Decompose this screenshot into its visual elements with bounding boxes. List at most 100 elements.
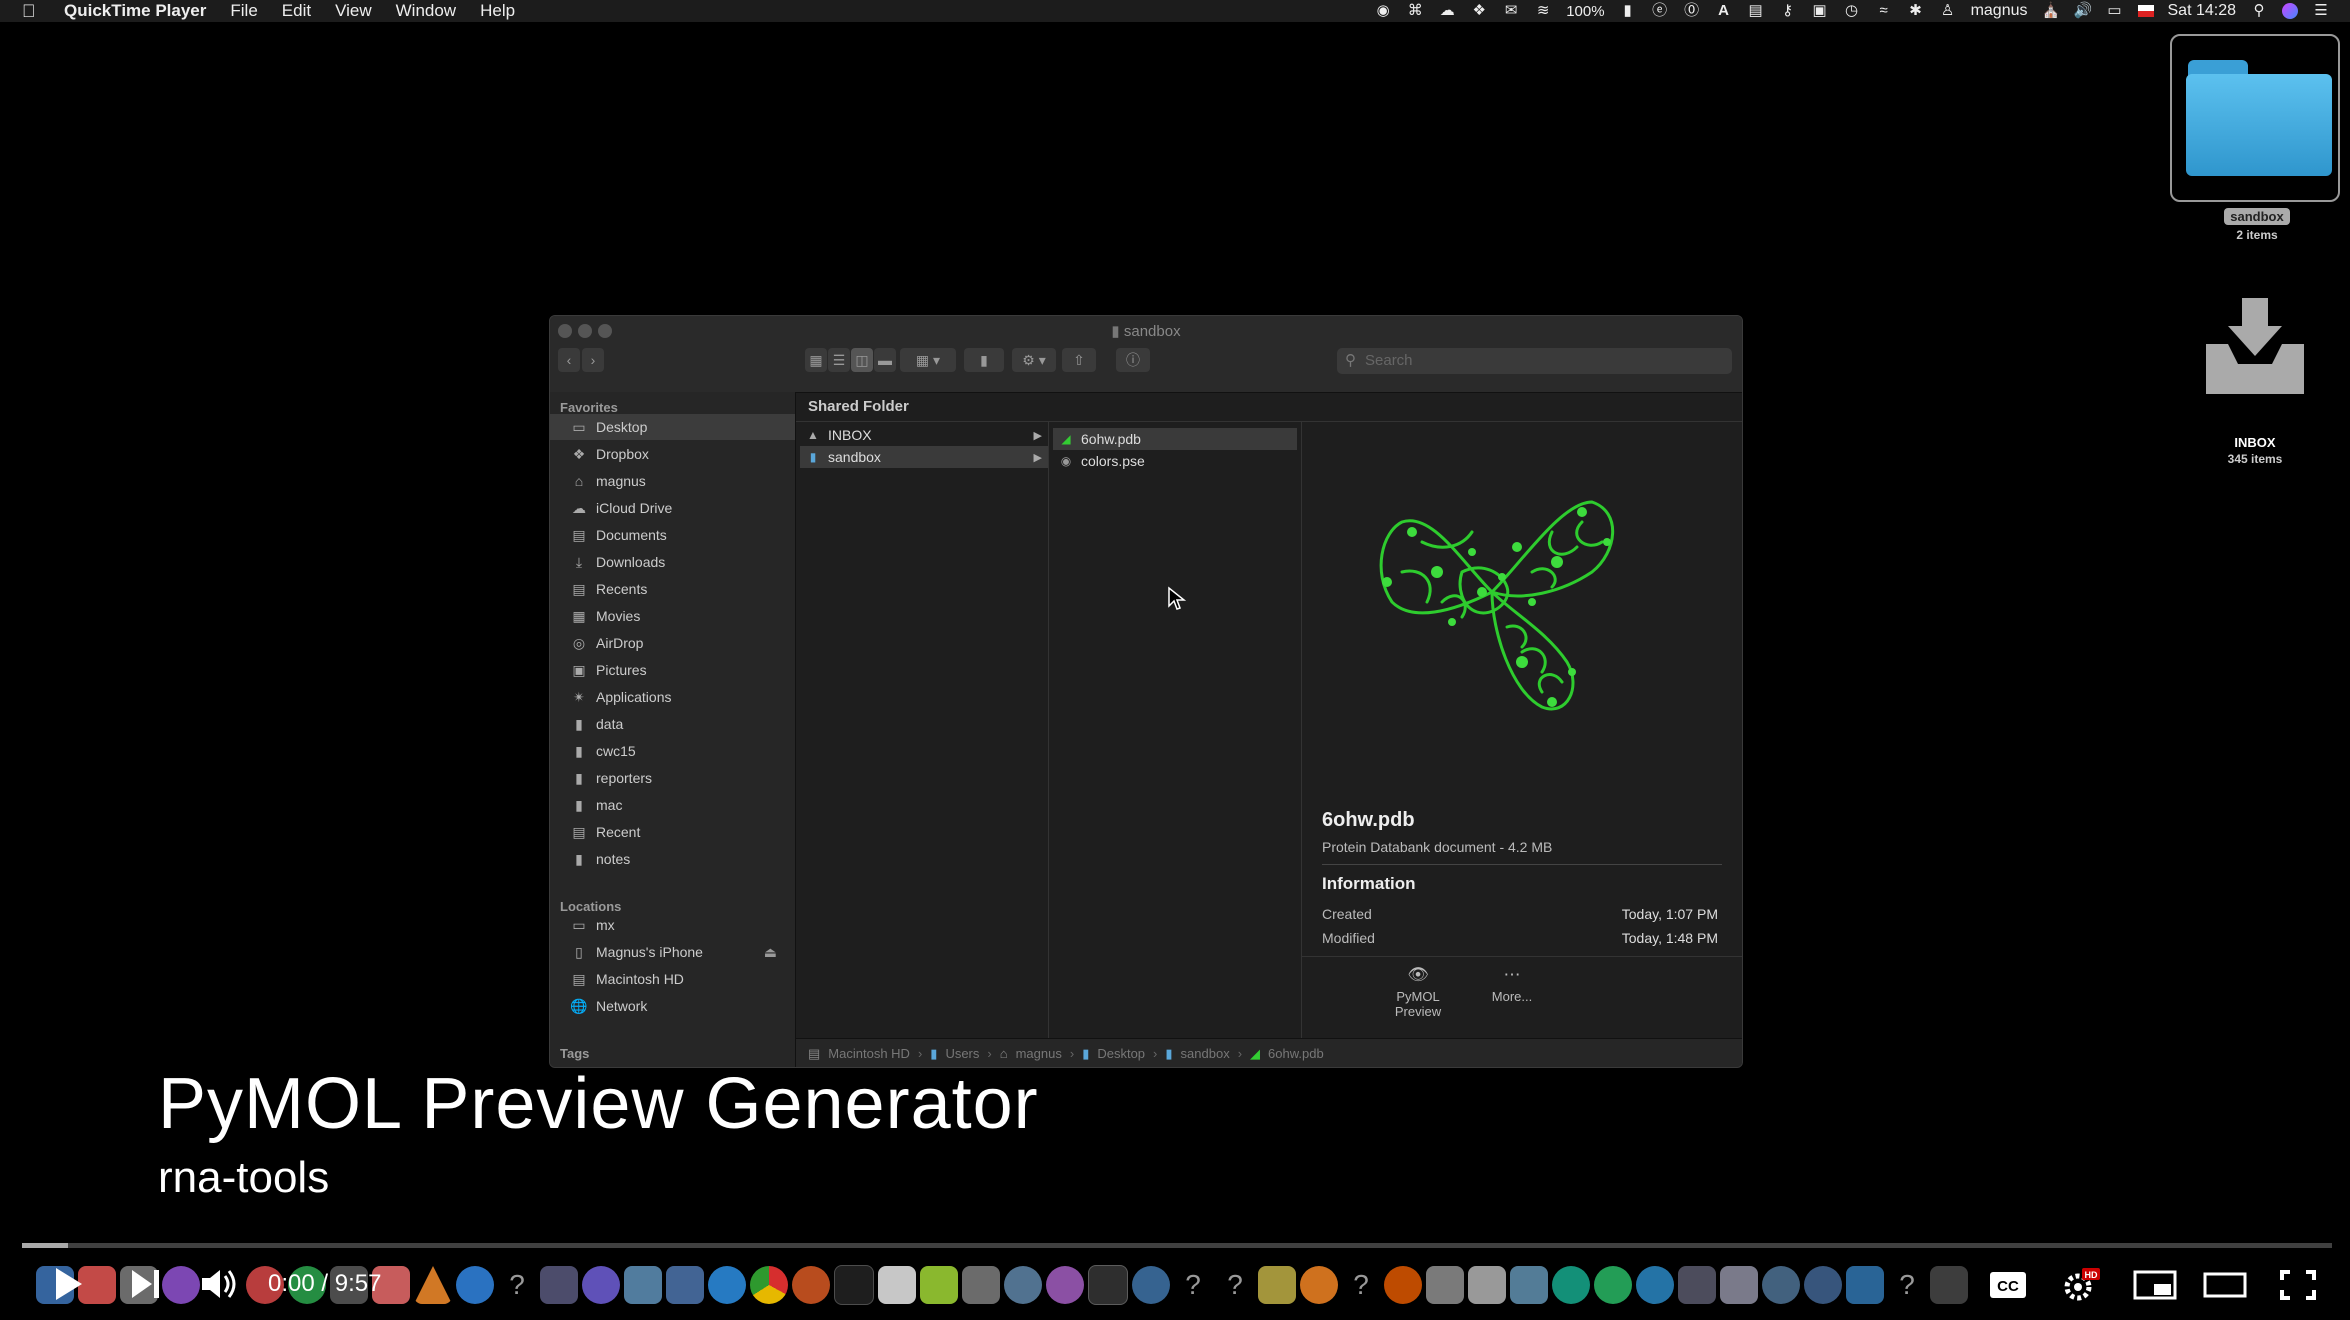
action-menu-button[interactable]: ⚙ ▾ (1012, 348, 1056, 372)
t-icon[interactable]: ⓔ (1651, 3, 1669, 19)
path-segment[interactable]: Desktop (1097, 1046, 1145, 1061)
sidebar-item-movies[interactable]: ▦ Movies (550, 603, 795, 629)
font-icon[interactable]: A (1715, 3, 1733, 19)
dock-app-icon (624, 1266, 662, 1304)
gallery-view-button[interactable]: ▬ (874, 348, 896, 372)
menu-clock[interactable]: Sat 14:28 (2168, 2, 2237, 20)
app-menu[interactable]: QuickTime Player (64, 1, 206, 21)
dock-kindle-icon (1426, 1266, 1464, 1304)
forward-button[interactable]: › (582, 348, 604, 372)
next-button[interactable] (126, 1264, 166, 1304)
apple-menu-icon[interactable]:  (22, 1, 44, 22)
icon-view-button[interactable]: ▦ (805, 348, 827, 372)
sidebar-item-recents[interactable]: ▤ Recents (550, 576, 795, 602)
info-button[interactable]: ⓘ (1116, 348, 1150, 372)
display-icon[interactable]: ▭ (2106, 3, 2124, 19)
sidebar-item-desktop[interactable]: ▭ Desktop (550, 414, 795, 440)
theater-mode-button[interactable] (2202, 1268, 2248, 1302)
sidebar-item-reporters[interactable]: ▮ reporters (550, 765, 795, 791)
menu-view[interactable]: View (335, 1, 372, 21)
miniplayer-button[interactable] (2132, 1268, 2178, 1302)
path-segment[interactable]: Macintosh HD (828, 1046, 910, 1061)
desktop-inbox-folder[interactable]: INBOX 345 items (2180, 290, 2330, 466)
captions-button[interactable]: CC (1988, 1268, 2028, 1302)
volume-button[interactable] (198, 1264, 242, 1304)
spotlight-icon[interactable]: ⚲ (2250, 3, 2268, 19)
bank-icon[interactable]: ⛪ (2042, 3, 2061, 19)
chat-icon[interactable]: ✉ (1502, 3, 1520, 19)
key-icon[interactable]: ⚷ (1779, 3, 1797, 19)
sidebar-item-recent[interactable]: ▤ Recent (550, 819, 795, 845)
column-view-button[interactable]: ◫ (851, 348, 873, 372)
sidebar-item-cwc15[interactable]: ▮ cwc15 (550, 738, 795, 764)
sidebar-item-iphone[interactable]: ▯ Magnus's iPhone ⏏ (550, 939, 795, 965)
sidebar-item-mac[interactable]: ▮ mac (550, 792, 795, 818)
settings-gear-icon[interactable]: HD (2060, 1268, 2100, 1302)
user-icon[interactable]: ♙ (1939, 3, 1957, 19)
sidebar-item-label: Network (596, 998, 648, 1014)
record-icon[interactable]: ◉ (1374, 3, 1392, 19)
menu-window[interactable]: Window (396, 1, 456, 21)
sidebar-item-dropbox[interactable]: ❖ Dropbox (550, 441, 795, 467)
sidebar-item-label: Magnus's iPhone (596, 944, 703, 960)
activity-icon[interactable]: ≋ (1534, 3, 1552, 19)
sidebar-item-icloud-drive[interactable]: ☁ iCloud Drive (550, 495, 795, 521)
dock-app-icon (1132, 1266, 1170, 1304)
play-button[interactable] (48, 1264, 88, 1304)
time-machine-icon[interactable]: ◷ (1843, 3, 1861, 19)
svg-text:CC: CC (1997, 1278, 2019, 1295)
list-item-6ohw-pdb[interactable]: ◢ 6ohw.pdb (1053, 428, 1297, 450)
more-button[interactable]: ⋯ More... (1472, 965, 1552, 1004)
back-button[interactable]: ‹ (558, 348, 580, 372)
sidebar-item-network[interactable]: 🌐 Network (550, 993, 795, 1019)
path-segment[interactable]: magnus (1016, 1046, 1062, 1061)
dock-unknown-icon: ? (509, 1269, 525, 1300)
wifi-icon[interactable]: ≈ (1875, 3, 1893, 19)
menu-help[interactable]: Help (480, 1, 515, 21)
desktop-sandbox-folder[interactable]: sandbox 2 items (2170, 34, 2344, 242)
sidebar-item-mx[interactable]: ▭ mx (550, 912, 795, 938)
fullscreen-button[interactable] (2278, 1268, 2318, 1302)
notification-center-icon[interactable]: ☰ (2312, 3, 2330, 19)
sidebar-item-notes[interactable]: ▮ notes (550, 846, 795, 872)
command-icon[interactable]: ⌘ (1406, 3, 1424, 19)
sidebar-item-macintosh-hd[interactable]: ▤ Macintosh HD (550, 966, 795, 992)
menu-file[interactable]: File (230, 1, 257, 21)
search-field[interactable]: ⚲ Search (1337, 348, 1732, 374)
share-button[interactable]: ⇧ (1062, 348, 1096, 372)
eject-icon[interactable]: ⏏ (764, 944, 777, 961)
menu-user[interactable]: magnus (1971, 2, 2028, 20)
list-item-sandbox[interactable]: ▮ sandbox ▶ (800, 446, 1048, 468)
battery-icon[interactable]: ▮ (1619, 3, 1637, 19)
sidebar-item-magnus[interactable]: ⌂ magnus (550, 468, 795, 494)
window-icon[interactable]: ▤ (1747, 3, 1765, 19)
path-segment[interactable]: sandbox (1181, 1046, 1230, 1061)
pymol-preview-button[interactable]: 👁 PyMOL Preview (1378, 965, 1458, 1019)
progress-bar[interactable] (22, 1243, 2332, 1248)
siri-icon[interactable] (2282, 3, 2298, 19)
group-menu-button[interactable]: ▦ ▾ (900, 348, 956, 372)
list-item-inbox[interactable]: ▲ INBOX ▶ (800, 424, 1048, 446)
onepassword-icon[interactable]: ⓪ (1683, 3, 1701, 19)
list-item-label: 6ohw.pdb (1081, 431, 1141, 447)
sidebar-item-downloads[interactable]: ⤓ Downloads (550, 549, 795, 575)
path-segment[interactable]: 6ohw.pdb (1268, 1046, 1324, 1061)
volume-icon[interactable]: 🔊 (2074, 3, 2093, 19)
sidebar-item-airdrop[interactable]: ◎ AirDrop (550, 630, 795, 656)
flag-icon[interactable] (2137, 5, 2154, 17)
sidebar-item-label: cwc15 (596, 743, 636, 759)
list-view-button[interactable]: ☰ (828, 348, 850, 372)
dropbox-icon[interactable]: ❖ (1470, 3, 1488, 19)
sidebar-item-data[interactable]: ▮ data (550, 711, 795, 737)
bluetooth-icon[interactable]: ✱ (1907, 3, 1925, 19)
cloud-sync-icon[interactable]: ☁ (1438, 3, 1456, 19)
path-segment[interactable]: Users (945, 1046, 979, 1061)
sidebar-item-applications[interactable]: ✴ Applications (550, 684, 795, 710)
sidebar-item-documents[interactable]: ▤ Documents (550, 522, 795, 548)
list-item-colors-pse[interactable]: ◉ colors.pse (1053, 450, 1301, 472)
menu-edit[interactable]: Edit (282, 1, 311, 21)
new-folder-button[interactable]: ▮ (964, 348, 1004, 372)
dock-podcasts-icon (1046, 1266, 1084, 1304)
airplay-icon[interactable]: ▣ (1811, 3, 1829, 19)
sidebar-item-pictures[interactable]: ▣ Pictures (550, 657, 795, 683)
